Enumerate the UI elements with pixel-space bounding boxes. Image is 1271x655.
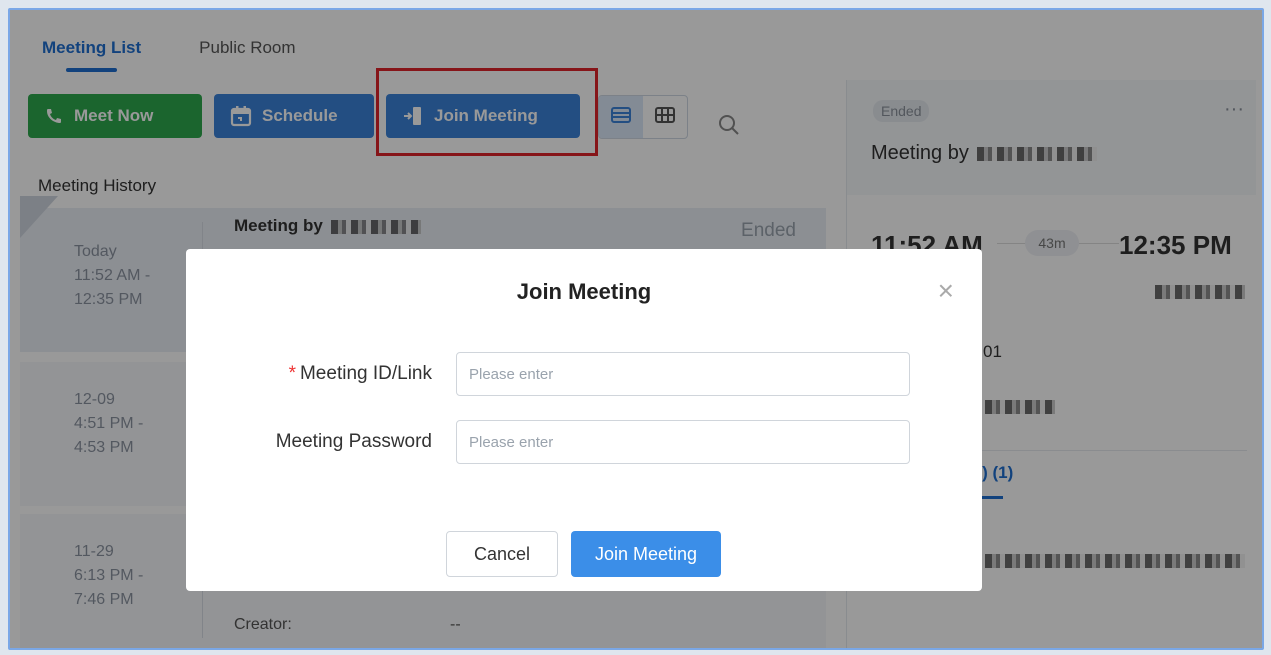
cancel-button[interactable]: Cancel [446, 531, 558, 577]
meeting-id-input[interactable] [456, 352, 910, 396]
close-icon[interactable]: × [938, 277, 954, 305]
meeting-id-label-text: Meeting ID/Link [299, 363, 432, 384]
join-meeting-dialog: Join Meeting × *Meeting ID/Link Meeting … [186, 249, 982, 591]
meeting-password-input[interactable] [456, 420, 910, 464]
dialog-title: Join Meeting [516, 279, 652, 304]
join-meeting-submit-button[interactable]: Join Meeting [571, 531, 721, 577]
app-window: Meeting List Public Room Meet Now Schedu… [8, 8, 1264, 650]
meeting-app: Meeting List Public Room Meet Now Schedu… [10, 10, 1262, 648]
meeting-id-label: * Meeting ID/Link [289, 363, 432, 385]
meeting-password-label: Meeting Password [275, 431, 432, 452]
required-mark: * [288, 363, 296, 384]
